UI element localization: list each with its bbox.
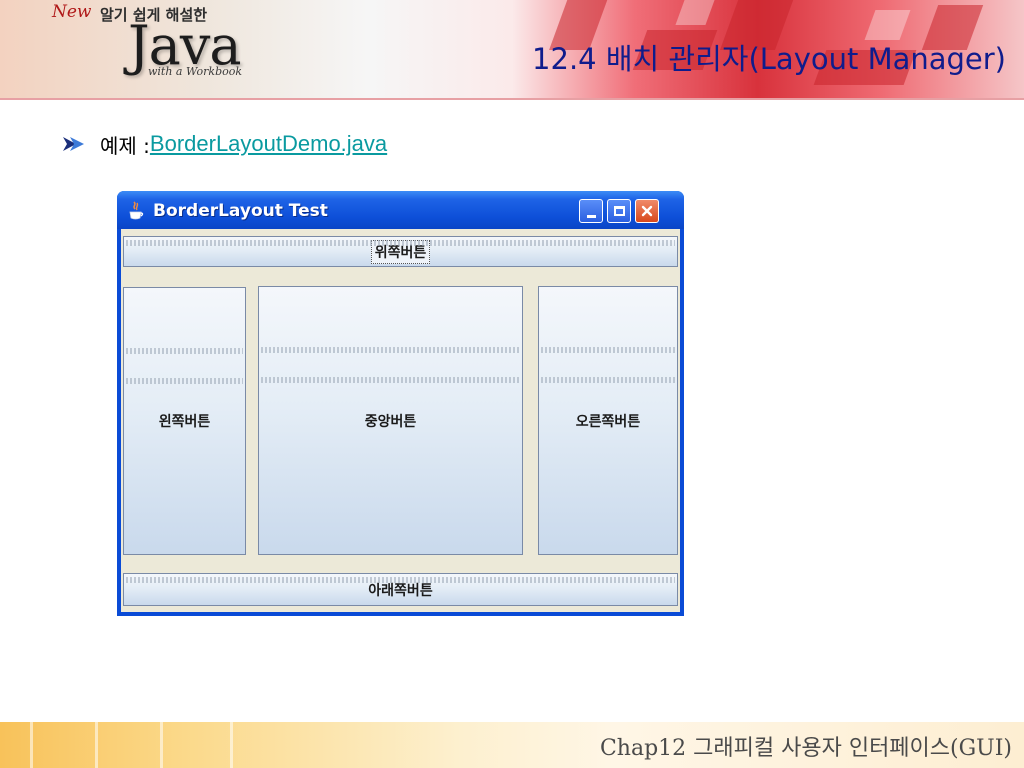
render-artifact	[126, 577, 675, 583]
slide-title: 12.4 배치 관리자(Layout Manager)	[532, 42, 1006, 76]
close-icon	[641, 205, 653, 217]
header-banner: New 알기 쉽게 해설한 Java with a Workbook 12.4 …	[0, 0, 1024, 100]
minimize-button[interactable]	[579, 199, 603, 223]
borderlayout-window: BorderLayout Test 위쪽버튼 왼쪽버튼 중앙버튼 오른쪽버튼 아…	[117, 191, 684, 616]
footer-decoration	[230, 722, 233, 768]
chapter-footer: Chap12 그래피컬 사용자 인터페이스(GUI)	[599, 736, 1012, 761]
center-button[interactable]: 중앙버튼	[258, 286, 523, 555]
west-button-label: 왼쪽버튼	[158, 414, 211, 430]
arrow-right-icon	[63, 137, 84, 151]
render-artifact	[541, 347, 675, 353]
footer-decoration	[160, 722, 163, 768]
window-content: 위쪽버튼 왼쪽버튼 중앙버튼 오른쪽버튼 아래쪽버튼	[121, 229, 680, 612]
render-artifact	[126, 348, 243, 354]
minimize-icon	[586, 214, 596, 218]
example-source-link[interactable]: BorderLayoutDemo.java	[150, 131, 387, 157]
maximize-button[interactable]	[607, 199, 631, 223]
footer-decoration	[30, 722, 33, 768]
header-decoration	[675, 0, 715, 25]
east-button-label: 오른쪽버튼	[575, 413, 641, 430]
render-artifact	[541, 377, 675, 383]
window-title: BorderLayout Test	[153, 201, 328, 221]
logo-new-word: New	[52, 2, 92, 22]
center-button-label: 중앙버튼	[364, 413, 417, 430]
close-button[interactable]	[635, 199, 659, 223]
java-cup-icon	[129, 201, 144, 220]
footer-decoration	[95, 722, 98, 768]
render-artifact	[261, 347, 520, 353]
render-artifact	[261, 377, 520, 383]
east-button[interactable]: 오른쪽버튼	[538, 286, 678, 555]
maximize-icon	[613, 206, 625, 216]
render-artifact	[126, 378, 243, 384]
example-bullet: 예제 : BorderLayoutDemo.java	[62, 128, 387, 160]
render-artifact	[126, 240, 675, 246]
window-titlebar[interactable]: BorderLayout Test	[117, 191, 684, 229]
example-label: 예제 :	[100, 133, 150, 158]
footer-bar: Chap12 그래피컬 사용자 인터페이스(GUI)	[0, 722, 1024, 768]
header-divider	[0, 98, 1024, 100]
west-button[interactable]: 왼쪽버튼	[123, 287, 246, 555]
south-button[interactable]: 아래쪽버튼	[123, 573, 678, 606]
book-logo: New 알기 쉽게 해설한 Java with a Workbook	[0, 0, 290, 98]
north-button[interactable]: 위쪽버튼	[123, 236, 678, 267]
logo-tagline: with a Workbook	[148, 65, 243, 78]
